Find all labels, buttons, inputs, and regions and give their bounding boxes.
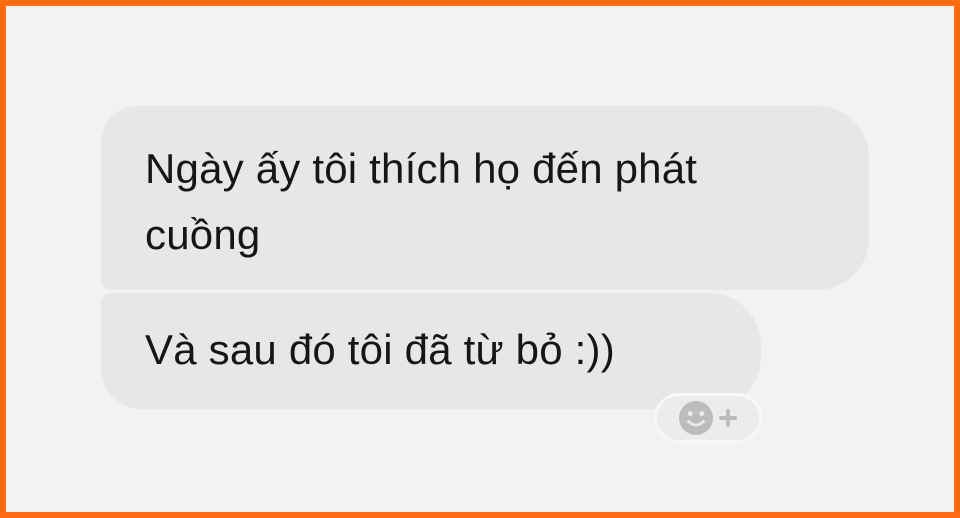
message-line: Ngày ấy tôi thích họ đến phát — [145, 145, 698, 192]
message-bubble: Ngày ấy tôi thích họ đến phát cuồng — [101, 106, 869, 290]
plus-icon — [718, 408, 738, 428]
message-line: Và sau đó tôi đã từ bỏ :)) — [145, 326, 615, 373]
chat-screenshot-frame: Ngày ấy tôi thích họ đến phát cuồng Và s… — [0, 0, 960, 518]
message-line: cuồng — [145, 211, 261, 258]
smiley-face-icon — [679, 401, 713, 435]
message-bubble: Và sau đó tôi đã từ bỏ :)) — [101, 293, 761, 409]
add-reaction-button[interactable] — [654, 393, 762, 443]
